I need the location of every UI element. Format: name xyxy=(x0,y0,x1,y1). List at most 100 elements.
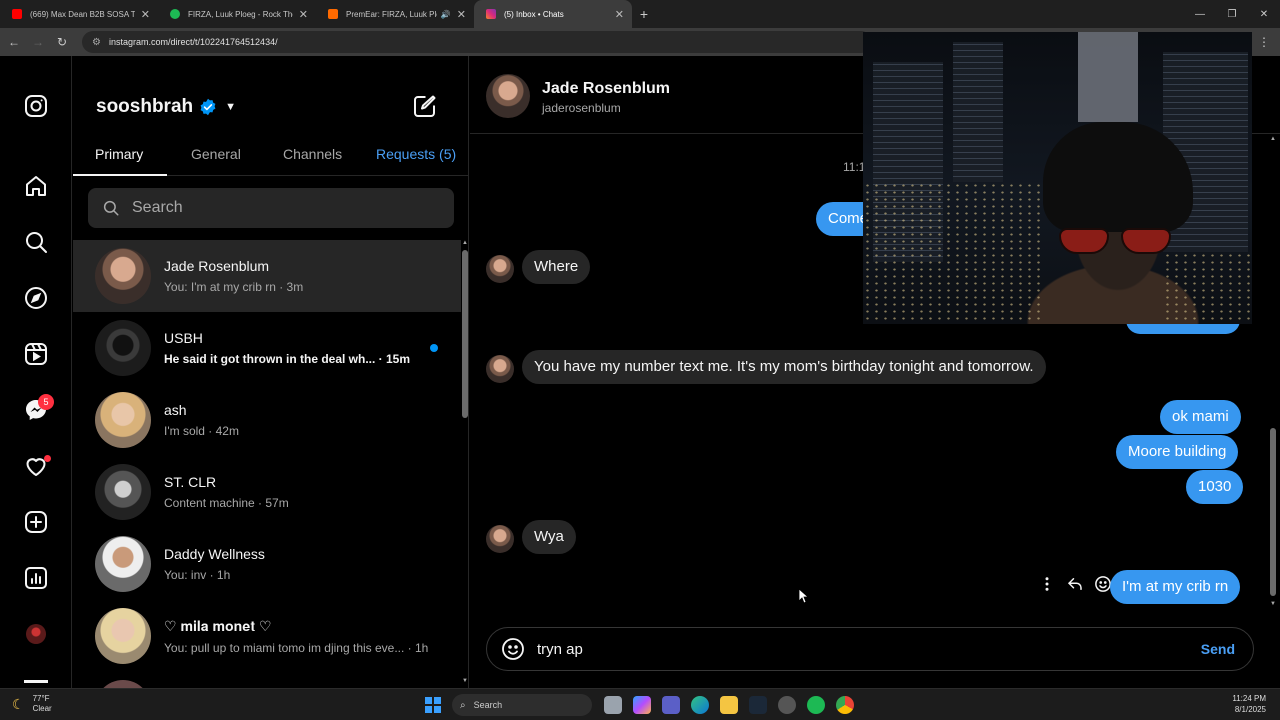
contact-avatar[interactable] xyxy=(486,74,530,118)
incoming-message[interactable]: Wya xyxy=(522,520,576,554)
close-window-icon[interactable]: ✕ xyxy=(1248,9,1280,20)
messages-badge: 5 xyxy=(38,394,54,410)
restore-icon[interactable]: ❐ xyxy=(1216,9,1248,20)
minimize-icon[interactable]: — xyxy=(1184,9,1216,20)
send-button[interactable]: Send xyxy=(1201,641,1235,657)
search-box xyxy=(88,188,454,228)
instagram-nav-rail: 5 xyxy=(0,56,72,688)
new-message-button[interactable] xyxy=(413,94,437,118)
moon-icon: ☾ xyxy=(12,695,25,712)
teams-icon[interactable] xyxy=(662,696,680,714)
taskbar-clock[interactable]: 11:24 PM 8/1/2025 xyxy=(1232,693,1266,715)
contact-name[interactable]: Jade Rosenblum xyxy=(542,80,670,98)
explore-icon[interactable] xyxy=(24,286,48,310)
task-view-icon[interactable] xyxy=(604,696,622,714)
browser-tab[interactable]: FIRZA, Luuk Ploeg - Rock The H ✕ xyxy=(158,0,316,28)
scroll-down-icon[interactable]: ▼ xyxy=(461,678,468,684)
weather-condition: Clear xyxy=(32,704,52,713)
instagram-logo-icon[interactable] xyxy=(24,94,48,118)
new-tab-button[interactable]: + xyxy=(632,6,656,22)
tab-general[interactable]: General xyxy=(191,146,241,162)
create-icon[interactable] xyxy=(24,510,48,534)
url-text: instagram.com/direct/t/102241764512434/ xyxy=(108,37,278,47)
message-composer: Send xyxy=(486,627,1254,671)
chat-scroll-down-icon[interactable]: ▼ xyxy=(1270,601,1276,607)
chat-scroll-up-icon[interactable]: ▲ xyxy=(1270,136,1276,142)
profile-avatar[interactable] xyxy=(26,624,46,644)
weather-widget[interactable]: ☾ 77°F Clear xyxy=(12,694,52,714)
search-icon[interactable] xyxy=(24,230,48,254)
contact-mini-avatar[interactable] xyxy=(486,525,514,553)
steam-icon[interactable] xyxy=(749,696,767,714)
outgoing-message[interactable]: ok mami xyxy=(1160,400,1241,434)
search-icon xyxy=(103,200,119,216)
browser-tab[interactable]: (669) Max Dean B2B SOSA Tech ✕ xyxy=(0,0,158,28)
reels-icon[interactable] xyxy=(24,342,48,366)
spotify-icon[interactable] xyxy=(807,696,825,714)
taskbar-search[interactable]: ⌕ Search xyxy=(452,694,592,716)
window-controls: — ❐ ✕ xyxy=(1184,9,1280,20)
account-switcher[interactable]: sooshbrah ▼ xyxy=(96,96,236,118)
browser-tab-active[interactable]: (5) Inbox • Chats ✕ xyxy=(474,0,632,28)
clock-time: 11:24 PM xyxy=(1232,694,1266,703)
thread-list-scrollbar[interactable] xyxy=(462,250,468,418)
thread-item[interactable]: Daddy Wellness You: inv · 1h xyxy=(73,528,461,600)
tab-channels[interactable]: Channels xyxy=(283,146,342,162)
thread-item[interactable]: ash I'm sold · 42m xyxy=(73,384,461,456)
site-info-icon[interactable]: ⚙ xyxy=(92,37,101,48)
avatar xyxy=(95,248,151,304)
thread-item[interactable]: Jade Rosenblum You: I'm at my crib rn · … xyxy=(73,240,461,312)
mouse-cursor-icon xyxy=(798,588,810,604)
outgoing-message[interactable]: Moore building xyxy=(1116,435,1239,469)
thread-text: Daddy Wellness You: inv · 1h xyxy=(164,546,434,582)
speaker-icon[interactable]: 🔊 xyxy=(441,10,451,19)
outgoing-message[interactable]: I'm at my crib rn xyxy=(1110,570,1241,604)
incoming-message[interactable]: You have my number text me. It's my mom'… xyxy=(522,350,1046,384)
start-button[interactable] xyxy=(425,697,441,713)
thread-item[interactable]: ST. CLR Content machine · 57m xyxy=(73,456,461,528)
thread-item[interactable]: USBH He said it got thrown in the deal w… xyxy=(73,312,461,384)
outgoing-message[interactable]: 1030 xyxy=(1186,470,1244,504)
reload-icon[interactable]: ↻ xyxy=(50,35,74,49)
url-field[interactable]: ⚙ instagram.com/direct/t/102241764512434… xyxy=(82,31,872,53)
close-tab-icon[interactable]: ✕ xyxy=(299,8,308,21)
thread-item[interactable]: ♡ 𝐦𝐢𝐥𝐚 𝐦𝐨𝐧𝐞𝐭 ♡ You: pull up to miami tom… xyxy=(73,600,461,672)
tab-title: (669) Max Dean B2B SOSA Tech xyxy=(30,9,135,19)
home-icon[interactable] xyxy=(24,174,48,198)
tab-requests[interactable]: Requests (5) xyxy=(376,146,456,162)
inbox-tabs: Primary General Channels Requests (5) xyxy=(73,140,468,176)
contact-mini-avatar[interactable] xyxy=(486,355,514,383)
compose-icon xyxy=(414,95,436,117)
unread-dot xyxy=(430,344,438,352)
close-tab-icon[interactable]: ✕ xyxy=(457,8,466,21)
message-input[interactable] xyxy=(537,640,1157,658)
more-options-icon[interactable] xyxy=(1038,575,1056,593)
forward-icon[interactable]: → xyxy=(26,35,50,49)
tab-title: FIRZA, Luuk Ploeg - Rock The H xyxy=(188,9,293,19)
screen: (669) Max Dean B2B SOSA Tech ✕ FIRZA, Lu… xyxy=(0,0,1280,720)
close-tab-icon[interactable]: ✕ xyxy=(615,8,624,21)
more-menu-icon[interactable] xyxy=(24,680,48,683)
edge-icon[interactable] xyxy=(691,696,709,714)
emoji-icon[interactable] xyxy=(501,637,525,661)
incoming-message[interactable]: Where xyxy=(522,250,591,284)
app-icon[interactable] xyxy=(778,696,796,714)
close-tab-icon[interactable]: ✕ xyxy=(141,8,150,21)
scroll-up-icon[interactable]: ▲ xyxy=(461,240,468,246)
contact-mini-avatar[interactable] xyxy=(486,255,514,283)
reply-icon[interactable] xyxy=(1066,575,1084,593)
thread-item[interactable] xyxy=(73,672,461,688)
os-taskbar: ☾ 77°F Clear ⌕ Search 11:24 PM 8/1/2025 xyxy=(0,688,1280,720)
thread-preview: Content machine · 57m xyxy=(164,496,289,510)
webcam-building xyxy=(953,42,1003,182)
back-icon[interactable]: ← xyxy=(2,35,26,49)
copilot-icon[interactable] xyxy=(633,696,651,714)
file-explorer-icon[interactable] xyxy=(720,696,738,714)
tab-primary[interactable]: Primary xyxy=(95,146,143,162)
browser-menu-icon[interactable]: ⋮ xyxy=(1258,35,1270,49)
chrome-icon[interactable] xyxy=(836,696,854,714)
dashboard-icon[interactable] xyxy=(24,566,48,590)
search-input[interactable] xyxy=(132,199,432,217)
browser-tab[interactable]: PremEar: FIRZA, Luuk Ploeg 🔊 ✕ xyxy=(316,0,474,28)
chat-scrollbar[interactable] xyxy=(1270,428,1276,596)
